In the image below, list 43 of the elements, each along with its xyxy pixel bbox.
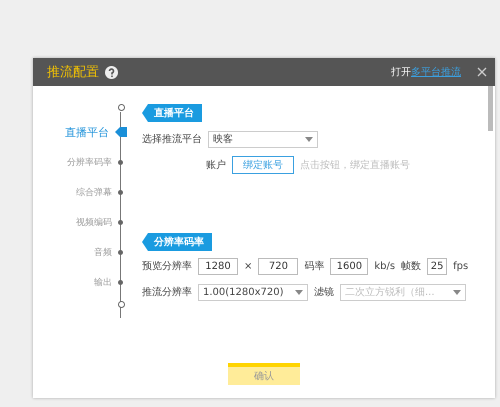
scrollbar[interactable] [488, 86, 493, 131]
section-tag: 直播平台 [142, 104, 202, 122]
preview-resolution-label: 预览分辨率 [142, 260, 192, 273]
output-resolution-label: 推流分辨率 [142, 286, 192, 299]
step-dot-icon [118, 220, 123, 224]
step-item[interactable]: 综合弹幕 [76, 177, 130, 207]
output-resolution-select[interactable]: 1.00(1280x720) [198, 284, 308, 300]
platform-label: 选择推流平台 [142, 132, 202, 146]
fps-unit: fps [453, 260, 468, 272]
bind-hint: 点击按钮，绑定直播账号 [300, 158, 410, 172]
current-step-icon [115, 127, 127, 137]
close-icon[interactable] [477, 67, 487, 77]
bitrate-unit: kb/s [374, 260, 396, 272]
open-label: 打开 [391, 66, 411, 79]
fps-field[interactable]: 25 [427, 258, 448, 274]
dialog-title: 推流配置 [47, 64, 99, 81]
platform-select[interactable]: 映客 [208, 130, 318, 148]
help-icon[interactable] [105, 66, 118, 78]
caret-icon [295, 290, 303, 294]
step-item[interactable]: 直播平台 [65, 117, 130, 147]
timeline-start-icon [118, 104, 125, 111]
step-item[interactable]: 输出 [94, 267, 130, 297]
bitrate-label: 码率 [304, 260, 324, 273]
caret-icon [453, 290, 461, 294]
step-item[interactable]: 视频编码 [76, 207, 130, 237]
bitrate-field[interactable]: 1600 [330, 258, 368, 274]
section-tag: 分辨率码率 [142, 233, 212, 251]
step-dot-icon [118, 160, 123, 164]
step-dot-icon [118, 250, 123, 254]
step-dot-icon [118, 190, 123, 194]
step-dot-icon [118, 280, 123, 284]
timeline-end-icon [118, 301, 125, 308]
caret-icon [305, 136, 313, 142]
account-label: 账户 [205, 158, 226, 172]
multi-platform-link[interactable]: 多平台推流 [411, 65, 461, 79]
width-field[interactable]: 1280 [198, 258, 238, 274]
fps-label: 帧数 [401, 260, 422, 273]
step-item[interactable]: 音频 [94, 237, 130, 267]
step-item[interactable]: 分辨率码率 [67, 147, 130, 177]
height-field[interactable]: 720 [258, 258, 298, 274]
bind-account-button[interactable]: 绑定账号 [232, 156, 294, 174]
filter-label: 滤镜 [314, 286, 334, 299]
times-sign: × [244, 260, 252, 272]
